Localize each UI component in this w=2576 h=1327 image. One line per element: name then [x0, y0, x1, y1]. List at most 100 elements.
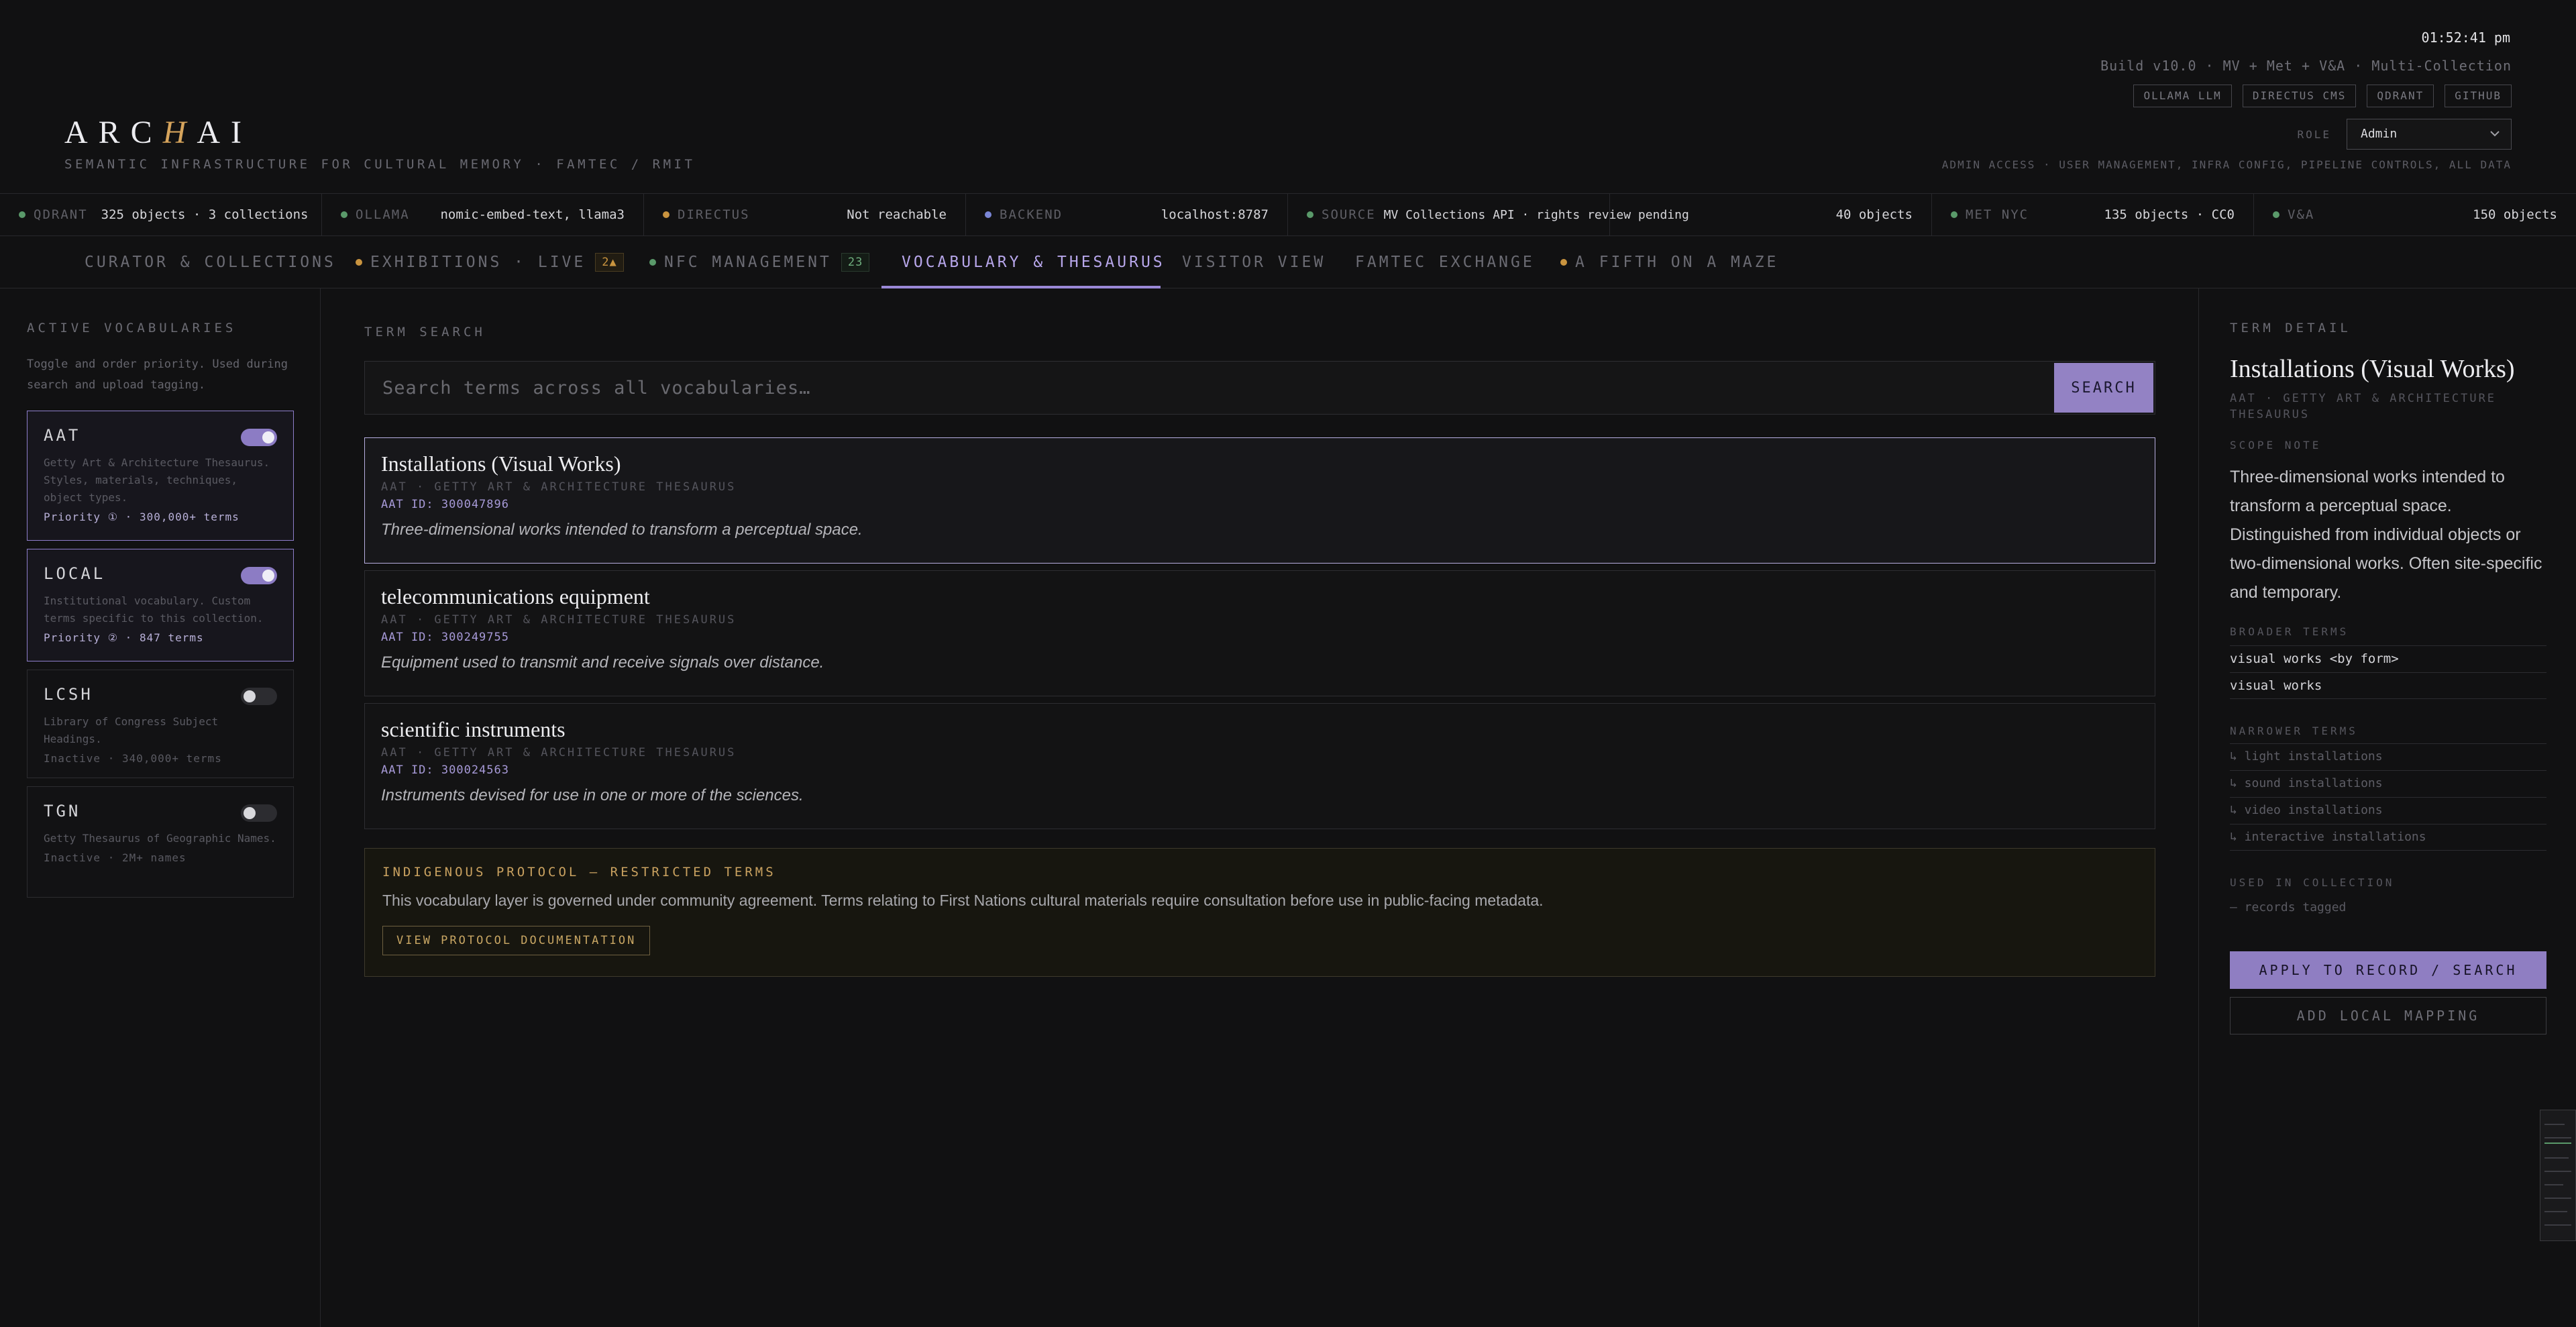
- protocol-title: INDIGENOUS PROTOCOL — RESTRICTED TERMS: [382, 865, 776, 880]
- status-dot-icon: [649, 259, 656, 266]
- narrower-term[interactable]: ↳ light installations: [2230, 743, 2546, 770]
- minimap-line: [2544, 1184, 2563, 1185]
- qdrant-link[interactable]: QDRANT: [2367, 85, 2434, 107]
- term-search-input[interactable]: [365, 362, 2055, 414]
- status-dot-icon: [2273, 211, 2279, 218]
- result-item[interactable]: telecommunications equipment AAT · GETTY…: [364, 570, 2155, 696]
- minimap-line: [2544, 1157, 2569, 1159]
- sidebar-help: Toggle and order priority. Used during s…: [27, 358, 288, 392]
- term-source: AAT · GETTY ART & ARCHITECTURE THESAURUS: [2230, 392, 2497, 421]
- result-description: Equipment used to transmit and receive s…: [381, 653, 824, 672]
- role-select[interactable]: Admin: [2347, 119, 2512, 150]
- broader-term[interactable]: visual works: [2230, 672, 2546, 699]
- vocab-card-tgn[interactable]: TGN Getty Thesaurus of Geographic Names.…: [27, 786, 294, 898]
- clock: 01:52:41 pm: [2421, 30, 2510, 46]
- status-value: 135 objects · CC0: [2104, 207, 2235, 222]
- vocab-meta: Inactive · 2M+ names: [44, 851, 186, 864]
- used-in-collection-label: USED IN COLLECTION: [2230, 876, 2395, 889]
- result-id: AAT ID: 300024563: [381, 763, 509, 777]
- tab-famtec-exchange[interactable]: FAMTEC EXCHANGE: [1355, 236, 1535, 288]
- result-id: AAT ID: 300047896: [381, 498, 509, 511]
- term-search-panel: TERM SEARCH SEARCH Installations (Visual…: [321, 288, 2198, 1327]
- status-dot-icon: [1307, 211, 1313, 218]
- broader-terms-label: BROADER TERMS: [2230, 625, 2349, 638]
- view-protocol-button[interactable]: VIEW PROTOCOL DOCUMENTATION: [382, 926, 651, 955]
- service-status-bar: QDRANT 325 objects · 3 collections OLLAM…: [0, 193, 2576, 236]
- result-title: Installations (Visual Works): [381, 452, 621, 476]
- status-dot-icon: [341, 211, 347, 218]
- sidebar-title: ACTIVE VOCABULARIES: [27, 321, 237, 335]
- vocab-toggle[interactable]: [241, 688, 277, 705]
- result-description: Three-dimensional works intended to tran…: [381, 521, 863, 539]
- status-backend: BACKEND localhost:8787: [966, 194, 1288, 235]
- external-links: OLLAMA LLM DIRECTUS CMS QDRANT GITHUB: [2133, 85, 2512, 107]
- minimap-line: [2544, 1171, 2571, 1172]
- status-value: localhost:8787: [1161, 207, 1269, 222]
- add-local-mapping-button[interactable]: ADD LOCAL MAPPING: [2230, 997, 2546, 1034]
- tab-badge: 2▲: [595, 253, 624, 272]
- status-qdrant: QDRANT 325 objects · 3 collections: [0, 194, 322, 235]
- tab-vocabulary-thesaurus[interactable]: VOCABULARY & THESAURUS: [902, 236, 1165, 288]
- status-source-count: 40 objects: [1610, 194, 1932, 235]
- directus-link[interactable]: DIRECTUS CMS: [2242, 85, 2357, 107]
- toggle-knob: [262, 570, 274, 582]
- tab-visitor-view[interactable]: VISITOR VIEW: [1182, 236, 1326, 288]
- narrower-term[interactable]: ↳ video installations: [2230, 797, 2546, 824]
- minimap-line: [2544, 1198, 2571, 1199]
- tab-curator-collections[interactable]: CURATOR & COLLECTIONS: [85, 236, 336, 288]
- tab-label: FAMTEC EXCHANGE: [1355, 254, 1535, 271]
- apply-to-record-button[interactable]: APPLY TO RECORD / SEARCH: [2230, 951, 2546, 989]
- vocab-meta: Priority ② · 847 terms: [44, 631, 204, 644]
- result-item[interactable]: scientific instruments AAT · GETTY ART &…: [364, 703, 2155, 829]
- tab-nfc-management[interactable]: NFC MANAGEMENT 23: [649, 236, 870, 288]
- app-logo[interactable]: ARCHAI: [64, 114, 252, 151]
- narrower-terms-label: NARROWER TERMS: [2230, 725, 2358, 737]
- tab-label: VISITOR VIEW: [1182, 254, 1326, 271]
- broader-term[interactable]: visual works <by form>: [2230, 645, 2546, 672]
- status-value: 150 objects: [2473, 207, 2557, 222]
- status-dot-icon: [985, 211, 991, 218]
- minimap-line: [2544, 1211, 2567, 1212]
- vocab-description: Institutional vocabulary. Custom terms s…: [44, 594, 264, 625]
- vocab-toggle[interactable]: [241, 567, 277, 584]
- minimap-line: [2544, 1124, 2565, 1125]
- toggle-knob: [262, 431, 274, 443]
- scope-note-label: SCOPE NOTE: [2230, 439, 2322, 452]
- vocab-toggle[interactable]: [241, 804, 277, 822]
- app-tagline: SEMANTIC INFRASTRUCTURE FOR CULTURAL MEM…: [64, 157, 696, 172]
- status-name: QDRANT: [34, 207, 88, 222]
- tab-exhibitions-live[interactable]: EXHIBITIONS · LIVE 2▲: [356, 236, 624, 288]
- status-directus: DIRECTUS Not reachable: [644, 194, 966, 235]
- status-va: V&A 150 objects: [2254, 194, 2576, 235]
- indigenous-protocol-notice: INDIGENOUS PROTOCOL — RESTRICTED TERMS T…: [364, 848, 2155, 977]
- status-name: SOURCE: [1322, 207, 1376, 222]
- vocab-card-aat[interactable]: AAT Getty Art & Architecture Thesaurus. …: [27, 411, 294, 541]
- toggle-knob: [244, 807, 256, 819]
- status-dot-icon: [356, 259, 362, 266]
- term-name: Installations (Visual Works): [2230, 355, 2515, 383]
- result-item[interactable]: Installations (Visual Works) AAT · GETTY…: [364, 437, 2155, 564]
- github-link[interactable]: GITHUB: [2445, 85, 2512, 107]
- ollama-link[interactable]: OLLAMA LLM: [2133, 85, 2232, 107]
- used-in-collection-value: — records tagged: [2230, 900, 2347, 914]
- vocab-card-lcsh[interactable]: LCSH Library of Congress Subject Heading…: [27, 670, 294, 778]
- vocabularies-sidebar: ACTIVE VOCABULARIES Toggle and order pri…: [0, 288, 321, 1327]
- tab-fifth-on-a-maze[interactable]: A FIFTH ON A MAZE: [1560, 236, 1778, 288]
- chevron-down-icon: [2490, 131, 2500, 137]
- result-id: AAT ID: 300249755: [381, 631, 509, 644]
- narrower-term[interactable]: ↳ interactive installations: [2230, 824, 2546, 851]
- status-value: 325 objects · 3 collections: [101, 207, 309, 222]
- search-button[interactable]: SEARCH: [2054, 363, 2153, 413]
- search-bar: SEARCH: [364, 361, 2155, 415]
- minimap-line: [2544, 1143, 2571, 1144]
- vocab-meta: Priority ① · 300,000+ terms: [44, 511, 239, 523]
- minimap-thumbnail[interactable]: [2540, 1110, 2576, 1241]
- narrower-term[interactable]: ↳ sound installations: [2230, 770, 2546, 797]
- tab-badge: 23: [841, 253, 870, 272]
- status-name: V&A: [2288, 207, 2315, 222]
- vocab-card-local[interactable]: LOCAL Institutional vocabulary. Custom t…: [27, 549, 294, 661]
- status-value: nomic-embed-text, llama3: [440, 207, 625, 222]
- status-name: MET NYC: [1966, 207, 2029, 222]
- vocab-toggle[interactable]: [241, 429, 277, 446]
- protocol-text: This vocabulary layer is governed under …: [382, 892, 1544, 909]
